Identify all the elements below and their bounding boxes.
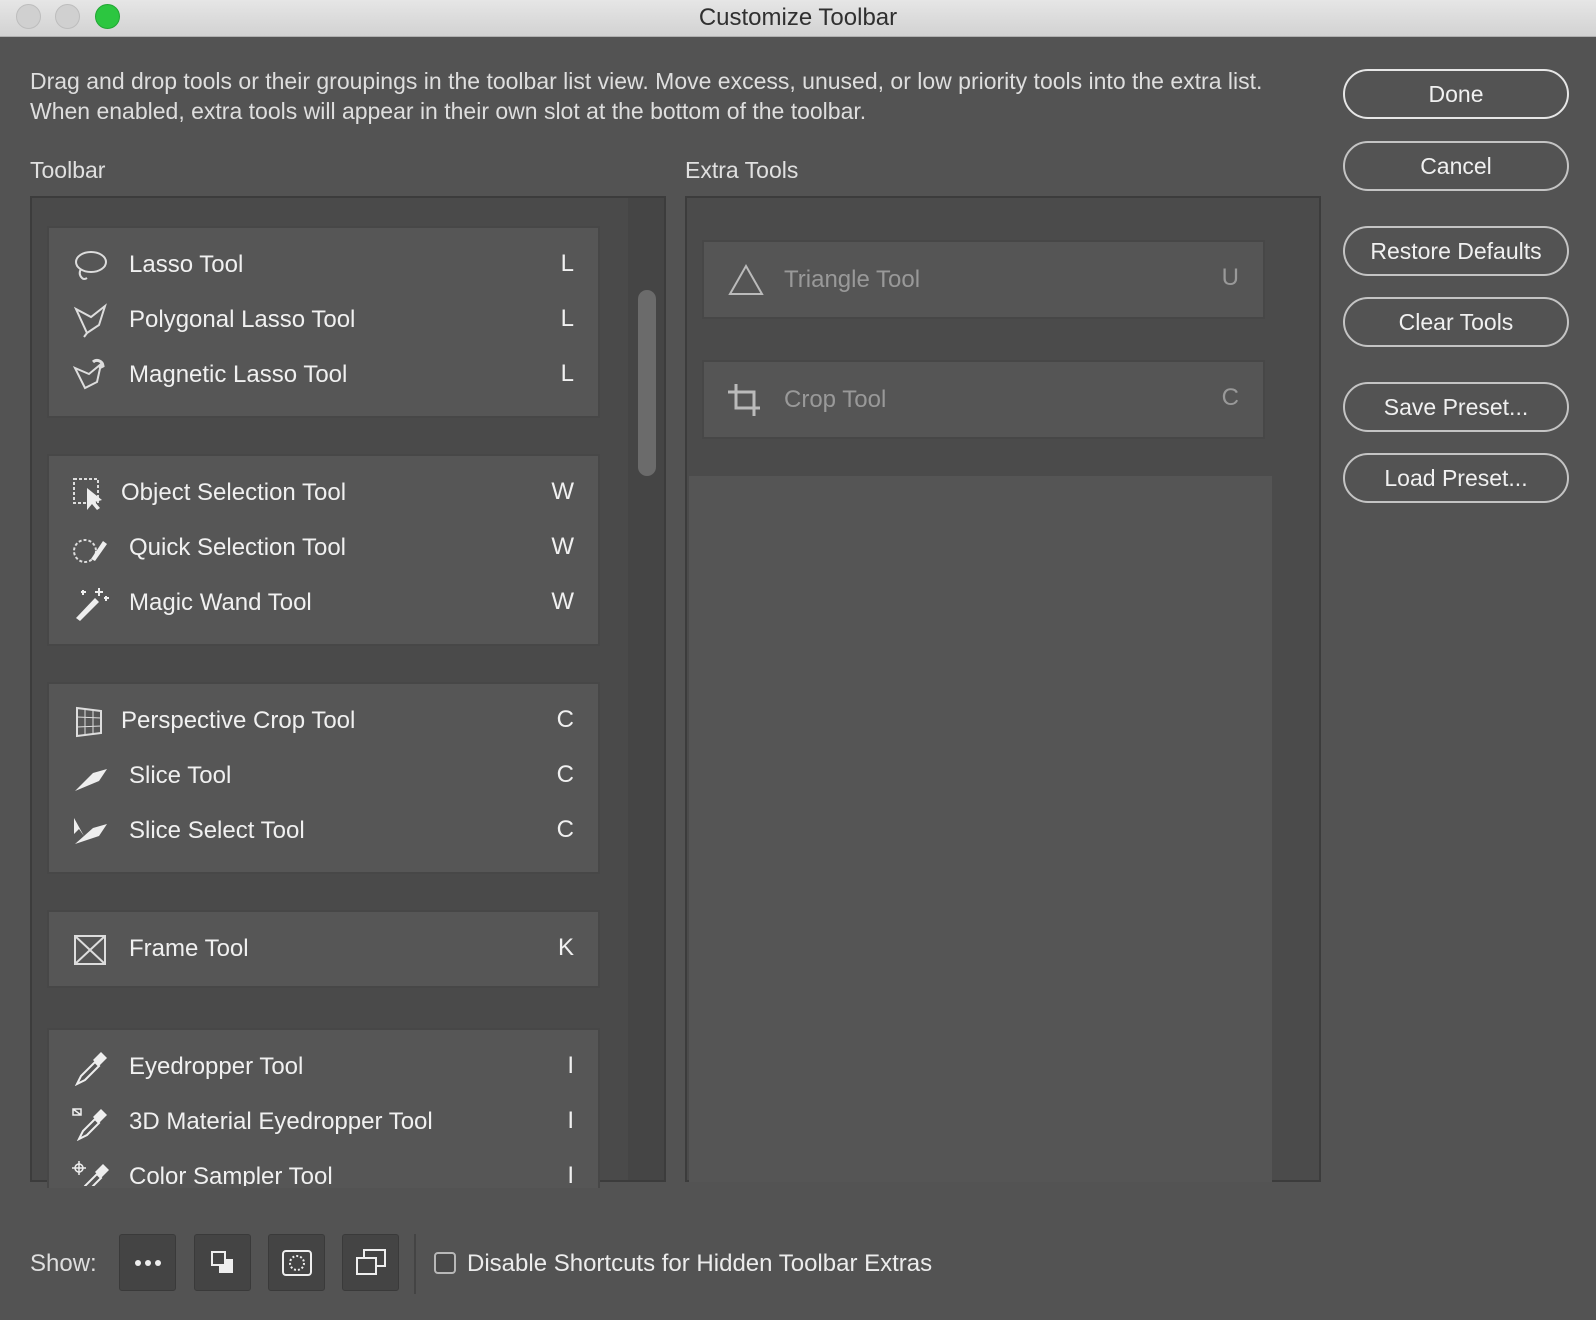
- perspective-crop-icon: [71, 704, 111, 740]
- tool-name: Lasso Tool: [129, 251, 244, 278]
- tool-name: Slice Select Tool: [129, 817, 305, 844]
- tool-row-slice-select[interactable]: Slice Select Tool C: [49, 804, 598, 859]
- tool-name: Color Sampler Tool: [129, 1163, 333, 1186]
- tool-name: Polygonal Lasso Tool: [129, 306, 356, 333]
- show-screen-mode-button[interactable]: [342, 1234, 399, 1291]
- tool-row-magic-wand[interactable]: Magic Wand Tool W: [49, 576, 598, 631]
- tool-group-frame[interactable]: Frame Tool K: [47, 910, 600, 988]
- extra-tool-crop[interactable]: Crop Tool C: [702, 360, 1265, 439]
- tool-row-slice[interactable]: Slice Tool C: [49, 749, 598, 804]
- title-bar: Customize Toolbar: [0, 0, 1596, 37]
- tool-name: Quick Selection Tool: [129, 534, 347, 561]
- tool-shortcut: C: [1221, 384, 1239, 411]
- frame-icon: [71, 932, 111, 968]
- quick-selection-icon: [71, 531, 111, 567]
- disable-shortcuts-label[interactable]: Disable Shortcuts for Hidden Toolbar Ext…: [467, 1250, 932, 1278]
- tool-shortcut: W: [551, 588, 574, 615]
- tool-row-magnetic-lasso[interactable]: Magnetic Lasso Tool L: [49, 348, 598, 403]
- tool-shortcut: L: [560, 250, 574, 277]
- triangle-icon: [726, 262, 766, 298]
- tool-row-eyedropper[interactable]: Eyedropper Tool I: [49, 1040, 598, 1095]
- screen-mode-icon: [356, 1249, 386, 1275]
- tool-group-crop[interactable]: Perspective Crop Tool C Slice Tool C Sli…: [47, 682, 600, 874]
- color-sampler-icon: [71, 1160, 111, 1186]
- tool-row-frame[interactable]: Frame Tool K: [49, 922, 598, 977]
- tool-name: Magic Wand Tool: [129, 589, 312, 616]
- show-color-swatches-button[interactable]: [194, 1234, 251, 1291]
- tool-row-lasso[interactable]: Lasso Tool L: [49, 238, 598, 293]
- object-selection-icon: [71, 476, 111, 512]
- tool-shortcut: U: [1221, 264, 1239, 291]
- more-icon: [135, 1260, 161, 1266]
- magnetic-lasso-icon: [71, 358, 111, 394]
- tool-shortcut: L: [560, 360, 574, 387]
- tool-shortcut: C: [556, 816, 574, 843]
- window-title: Customize Toolbar: [698, 4, 898, 31]
- eyedropper-icon: [71, 1050, 111, 1087]
- 3d-material-eyedropper-icon: [71, 1105, 111, 1142]
- toolbar-section-label: Toolbar: [30, 157, 106, 183]
- show-extra-tools-button[interactable]: [119, 1234, 176, 1291]
- tool-group-lasso[interactable]: Lasso Tool L Polygonal Lasso Tool L Magn…: [47, 226, 600, 418]
- scrollbar-thumb[interactable]: [638, 290, 656, 476]
- tool-shortcut: C: [556, 761, 574, 788]
- tool-row-perspective-crop[interactable]: Perspective Crop Tool C: [49, 694, 598, 749]
- tool-shortcut: I: [567, 1162, 574, 1186]
- tool-row-color-sampler[interactable]: Color Sampler Tool I: [49, 1150, 598, 1186]
- lasso-icon: [71, 248, 111, 284]
- extra-tool-triangle[interactable]: Triangle Tool U: [702, 240, 1265, 319]
- polygonal-lasso-icon: [71, 303, 111, 339]
- magic-wand-icon: [71, 586, 111, 622]
- instructions-text: Drag and drop tools or their groupings i…: [30, 68, 1263, 124]
- save-preset-button[interactable]: Save Preset...: [1343, 382, 1569, 432]
- tool-name: Frame Tool: [129, 935, 249, 962]
- show-quick-mask-button[interactable]: [268, 1234, 325, 1291]
- tool-row-object-selection[interactable]: Object Selection Tool W: [49, 466, 598, 521]
- quick-mask-icon: [282, 1250, 312, 1276]
- tool-shortcut: C: [556, 706, 574, 733]
- tool-row-3d-material-eyedropper[interactable]: 3D Material Eyedropper Tool I: [49, 1095, 598, 1150]
- tool-shortcut: I: [567, 1107, 574, 1134]
- restore-defaults-button[interactable]: Restore Defaults: [1343, 226, 1569, 276]
- load-preset-button[interactable]: Load Preset...: [1343, 453, 1569, 503]
- tool-group-eyedropper[interactable]: Eyedropper Tool I 3D Material Eyedropper…: [47, 1028, 600, 1188]
- tool-group-selection[interactable]: Object Selection Tool W Quick Selection …: [47, 454, 600, 646]
- crop-icon: [726, 382, 766, 418]
- slice-icon: [71, 759, 111, 795]
- toolbar-list[interactable]: Lasso Tool L Polygonal Lasso Tool L Magn…: [30, 196, 666, 1188]
- show-label: Show:: [30, 1250, 97, 1277]
- tool-shortcut: L: [560, 305, 574, 332]
- tool-name: Object Selection Tool: [121, 479, 347, 506]
- tool-shortcut: K: [557, 934, 574, 961]
- clear-tools-button[interactable]: Clear Tools: [1343, 297, 1569, 347]
- tool-name: 3D Material Eyedropper Tool: [129, 1108, 433, 1135]
- tool-name: Slice Tool: [129, 762, 232, 789]
- cancel-button[interactable]: Cancel: [1343, 141, 1569, 191]
- tool-shortcut: W: [551, 533, 574, 560]
- disable-shortcuts-checkbox[interactable]: [434, 1252, 456, 1274]
- tool-name: Triangle Tool: [784, 266, 921, 293]
- tool-row-quick-selection[interactable]: Quick Selection Tool W: [49, 521, 598, 576]
- done-button[interactable]: Done: [1343, 69, 1569, 119]
- tool-name: Perspective Crop Tool: [121, 707, 356, 734]
- extra-tools-drop-area[interactable]: [689, 476, 1272, 1182]
- tool-name: Crop Tool: [784, 386, 887, 413]
- extra-tools-list[interactable]: Triangle Tool U Crop Tool C: [685, 196, 1321, 1182]
- divider: [414, 1234, 416, 1294]
- tool-shortcut: W: [551, 478, 574, 505]
- tool-row-polygonal-lasso[interactable]: Polygonal Lasso Tool L: [49, 293, 598, 348]
- foreground-background-icon: [211, 1251, 233, 1273]
- tool-name: Eyedropper Tool: [129, 1053, 304, 1080]
- slice-select-icon: [71, 814, 111, 850]
- tool-shortcut: I: [567, 1052, 574, 1079]
- extra-tools-section-label: Extra Tools: [685, 157, 799, 183]
- tool-name: Magnetic Lasso Tool: [129, 361, 348, 388]
